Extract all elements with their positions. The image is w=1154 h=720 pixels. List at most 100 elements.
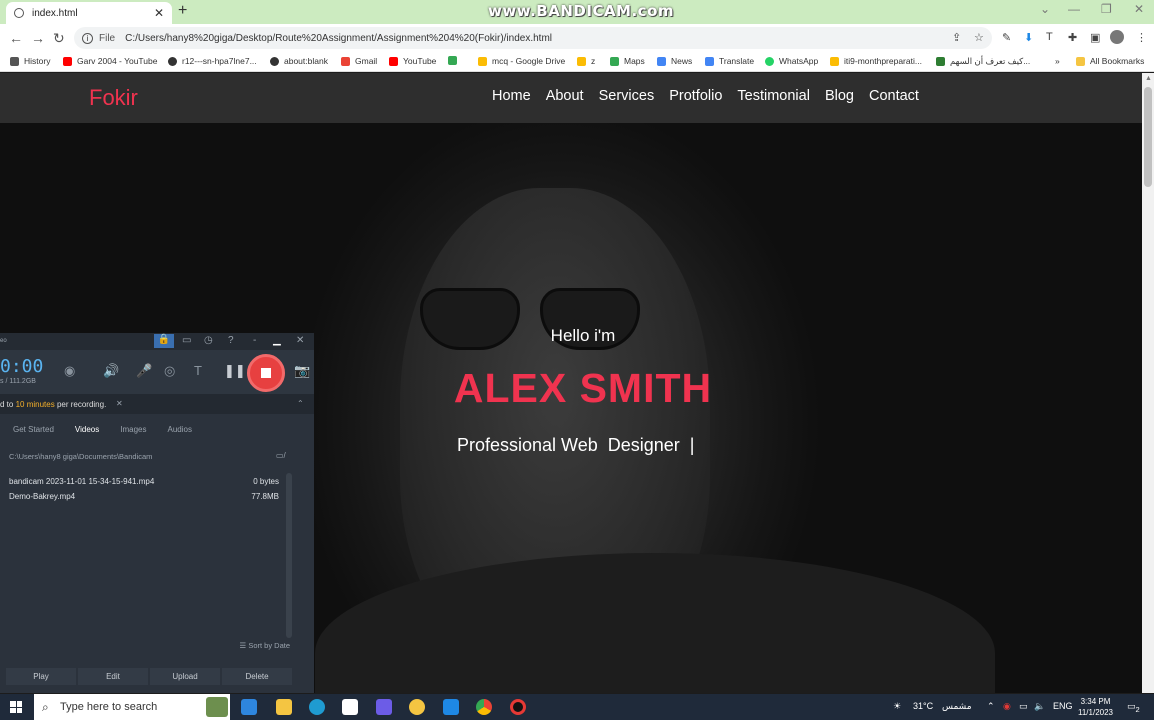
language-indicator[interactable]: ENG: [1053, 701, 1073, 711]
play-button[interactable]: Play: [6, 668, 76, 685]
bookmark-whatsapp[interactable]: WhatsApp: [765, 56, 818, 66]
back-icon[interactable]: ←: [9, 30, 23, 46]
tray-chevron-icon[interactable]: ⌃: [987, 701, 995, 712]
mail-icon[interactable]: [241, 699, 257, 715]
delete-button[interactable]: Delete: [222, 668, 292, 685]
bookmark-gmail[interactable]: Gmail: [341, 56, 377, 66]
nav-contact[interactable]: Contact: [869, 88, 919, 104]
address-bar[interactable]: i File C:/Users/hany8%20giga/Desktop/Rou…: [74, 27, 992, 49]
bookmark-iti9[interactable]: iti9-monthpreparati...: [830, 56, 922, 66]
forward-icon[interactable]: →: [31, 30, 45, 46]
site-logo[interactable]: Fokir: [89, 85, 138, 111]
weather-temperature[interactable]: 31°C: [913, 701, 933, 711]
minimize-icon[interactable]: —: [1068, 2, 1080, 16]
reload-icon[interactable]: ↻: [53, 30, 65, 47]
minimize-bar-icon[interactable]: ▁: [273, 335, 281, 346]
new-tab-button[interactable]: +: [178, 2, 187, 20]
more-bookmarks-button[interactable]: »: [1055, 56, 1060, 66]
tab-get-started[interactable]: Get Started: [13, 425, 54, 441]
browser-tab[interactable]: index.html ✕: [6, 2, 172, 24]
menu-kebab-icon[interactable]: ⋮: [1136, 31, 1147, 44]
taskbar-search[interactable]: ⌕ Type here to search: [34, 694, 230, 720]
bookmark-youtube[interactable]: YouTube: [389, 56, 436, 66]
bandicam-taskbar-icon[interactable]: [510, 699, 526, 715]
app-icon[interactable]: [376, 699, 392, 715]
edge-icon[interactable]: [309, 699, 325, 715]
collapse-icon[interactable]: ⌃: [297, 399, 304, 408]
globe-icon: [168, 56, 177, 66]
folder-icon[interactable]: ▭: [182, 335, 191, 346]
close-notice-icon[interactable]: ✕: [116, 399, 123, 408]
all-bookmarks-button[interactable]: All Bookmarks: [1076, 56, 1144, 66]
scroll-up-icon[interactable]: ▲: [1145, 75, 1152, 82]
extensions-puzzle-icon[interactable]: ✚: [1068, 31, 1077, 44]
nav-testimonial[interactable]: Testimonial: [737, 88, 810, 104]
scrollbar-thumb[interactable]: [1144, 87, 1152, 187]
close-tab-icon[interactable]: ✕: [154, 6, 164, 20]
nav-services[interactable]: Services: [599, 88, 655, 104]
pause-icon[interactable]: ❚❚: [224, 363, 246, 379]
bookmark-star-icon[interactable]: ☆: [974, 31, 984, 44]
camera-icon[interactable]: 📷: [294, 363, 310, 379]
microphone-icon[interactable]: 🎤: [136, 363, 152, 379]
open-folder-icon[interactable]: ▭/: [276, 451, 286, 460]
nav-portfolio[interactable]: Protfolio: [669, 88, 722, 104]
share-icon[interactable]: ⇪: [952, 31, 961, 44]
bookmark-history[interactable]: History: [10, 56, 50, 66]
nav-home[interactable]: Home: [492, 88, 531, 104]
download-extension-icon[interactable]: ⬇: [1024, 31, 1033, 44]
volume-icon[interactable]: 🔈: [1034, 701, 1045, 712]
nav-blog[interactable]: Blog: [825, 88, 854, 104]
bookmark-maps[interactable]: Maps: [610, 56, 645, 66]
bookmark-translate[interactable]: Translate: [705, 56, 754, 66]
text-extension-icon[interactable]: T: [1046, 31, 1053, 43]
webcam-icon[interactable]: ◉: [64, 363, 75, 379]
chrome-icon[interactable]: [476, 699, 492, 715]
taskbar-clock[interactable]: 3:34 PM 11/1/2023: [1078, 696, 1113, 718]
list-scrollbar[interactable]: [286, 473, 292, 638]
speaker-icon[interactable]: 🔊: [103, 363, 119, 379]
bookmark-arabic[interactable]: كيف تعرف أن السهم...: [936, 56, 1030, 67]
lock-icon[interactable]: 🔒: [154, 334, 174, 348]
info-icon[interactable]: i: [82, 32, 93, 44]
bookmark-r12[interactable]: r12---sn-hpa7lne7...: [168, 56, 257, 66]
help-icon[interactable]: ?: [228, 335, 234, 346]
chevron-down-icon[interactable]: ⌄: [1040, 2, 1050, 16]
bookmark-garv[interactable]: Garv 2004 - YouTube: [63, 56, 158, 66]
upload-button[interactable]: Upload: [150, 668, 220, 685]
store-icon[interactable]: [342, 699, 358, 715]
tab-audios[interactable]: Audios: [167, 425, 191, 441]
windows-start-icon[interactable]: [10, 701, 22, 713]
sort-by-date[interactable]: ☰ Sort by Date: [240, 641, 291, 650]
bookmark-drive[interactable]: [448, 56, 462, 65]
url-text[interactable]: C:/Users/hany8%20giga/Desktop/Route%20As…: [125, 33, 552, 44]
mouse-effect-icon[interactable]: ◎: [164, 363, 175, 379]
notification-icon[interactable]: ▭2: [1127, 701, 1140, 714]
nav-about[interactable]: About: [546, 88, 584, 104]
edit-button[interactable]: Edit: [78, 668, 148, 685]
pen-extension-icon[interactable]: ✎: [1002, 31, 1011, 44]
norton-icon[interactable]: [409, 699, 425, 715]
minimize-icon[interactable]: ‐: [253, 335, 256, 346]
tab-images[interactable]: Images: [120, 425, 146, 441]
text-overlay-icon[interactable]: T: [194, 363, 202, 378]
list-item[interactable]: bandicam 2023-11-01 15-34-15-941.mp4 0 by…: [9, 477, 279, 492]
stop-recording-button[interactable]: [247, 354, 285, 392]
file-explorer-icon[interactable]: [276, 699, 292, 715]
clock-icon[interactable]: ◷: [204, 335, 213, 346]
bookmark-news[interactable]: News: [657, 56, 692, 66]
bookmark-z[interactable]: z: [577, 56, 595, 66]
restore-icon[interactable]: ❐: [1101, 2, 1112, 16]
tab-videos[interactable]: Videos: [75, 425, 99, 441]
close-icon[interactable]: ✕: [296, 335, 304, 346]
record-tray-icon[interactable]: ◉: [1003, 701, 1011, 712]
vscode-icon[interactable]: [443, 699, 459, 715]
bookmark-mcq[interactable]: mcq - Google Drive: [478, 56, 565, 66]
bookmark-about-blank[interactable]: about:blank: [270, 56, 328, 66]
close-window-icon[interactable]: ✕: [1134, 2, 1144, 16]
network-icon[interactable]: ▭: [1019, 701, 1028, 712]
profile-avatar[interactable]: [1110, 30, 1124, 44]
page-scrollbar[interactable]: ▲: [1142, 73, 1154, 693]
list-item[interactable]: Demo-Bakrey.mp4 77.8MB: [9, 492, 279, 507]
side-panel-icon[interactable]: ▣: [1090, 31, 1100, 44]
